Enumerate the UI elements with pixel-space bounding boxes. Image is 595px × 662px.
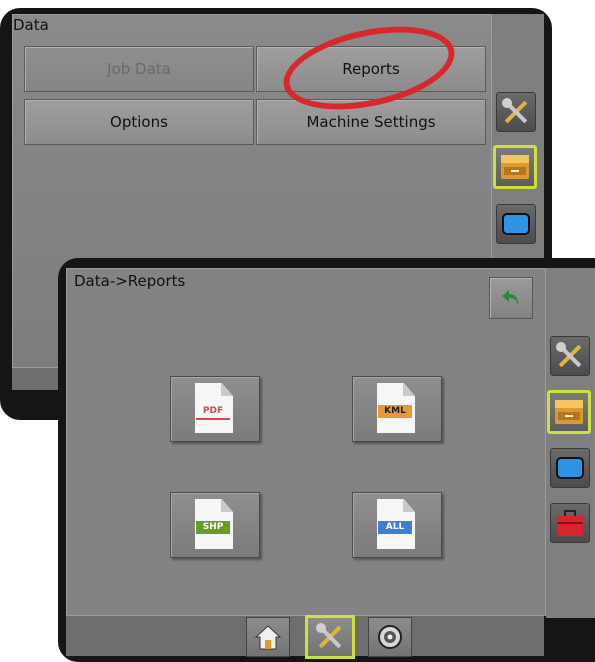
gps-icon[interactable] [368,617,412,657]
reports-sidebar [546,268,595,618]
screen-icon[interactable] [550,448,590,488]
file-cabinet-icon[interactable] [547,390,591,434]
shp-report-button[interactable]: SHP [170,492,260,558]
tools-icon[interactable] [496,92,536,132]
reports-title: Data->Reports [74,272,186,290]
all-report-button[interactable]: ALL [352,492,442,558]
shp-label: SHP [196,521,230,534]
pdf-report-button[interactable]: PDF [170,376,260,442]
toolbox-icon[interactable] [550,503,590,543]
tools-icon[interactable] [550,336,590,376]
kml-label: KML [378,405,412,418]
kml-report-button[interactable]: KML [352,376,442,442]
file-cabinet-icon[interactable] [493,145,537,189]
options-button[interactable]: Options [24,99,254,145]
job-data-button[interactable]: Job Data [24,46,254,92]
tools-icon[interactable] [305,615,355,659]
screen-icon[interactable] [496,204,536,244]
all-label: ALL [378,521,412,534]
back-arrow-icon[interactable] [489,277,533,319]
home-icon[interactable] [246,617,290,657]
reports-panel [66,268,546,616]
pdf-label: PDF [196,405,230,420]
data-title: Data [13,16,49,34]
